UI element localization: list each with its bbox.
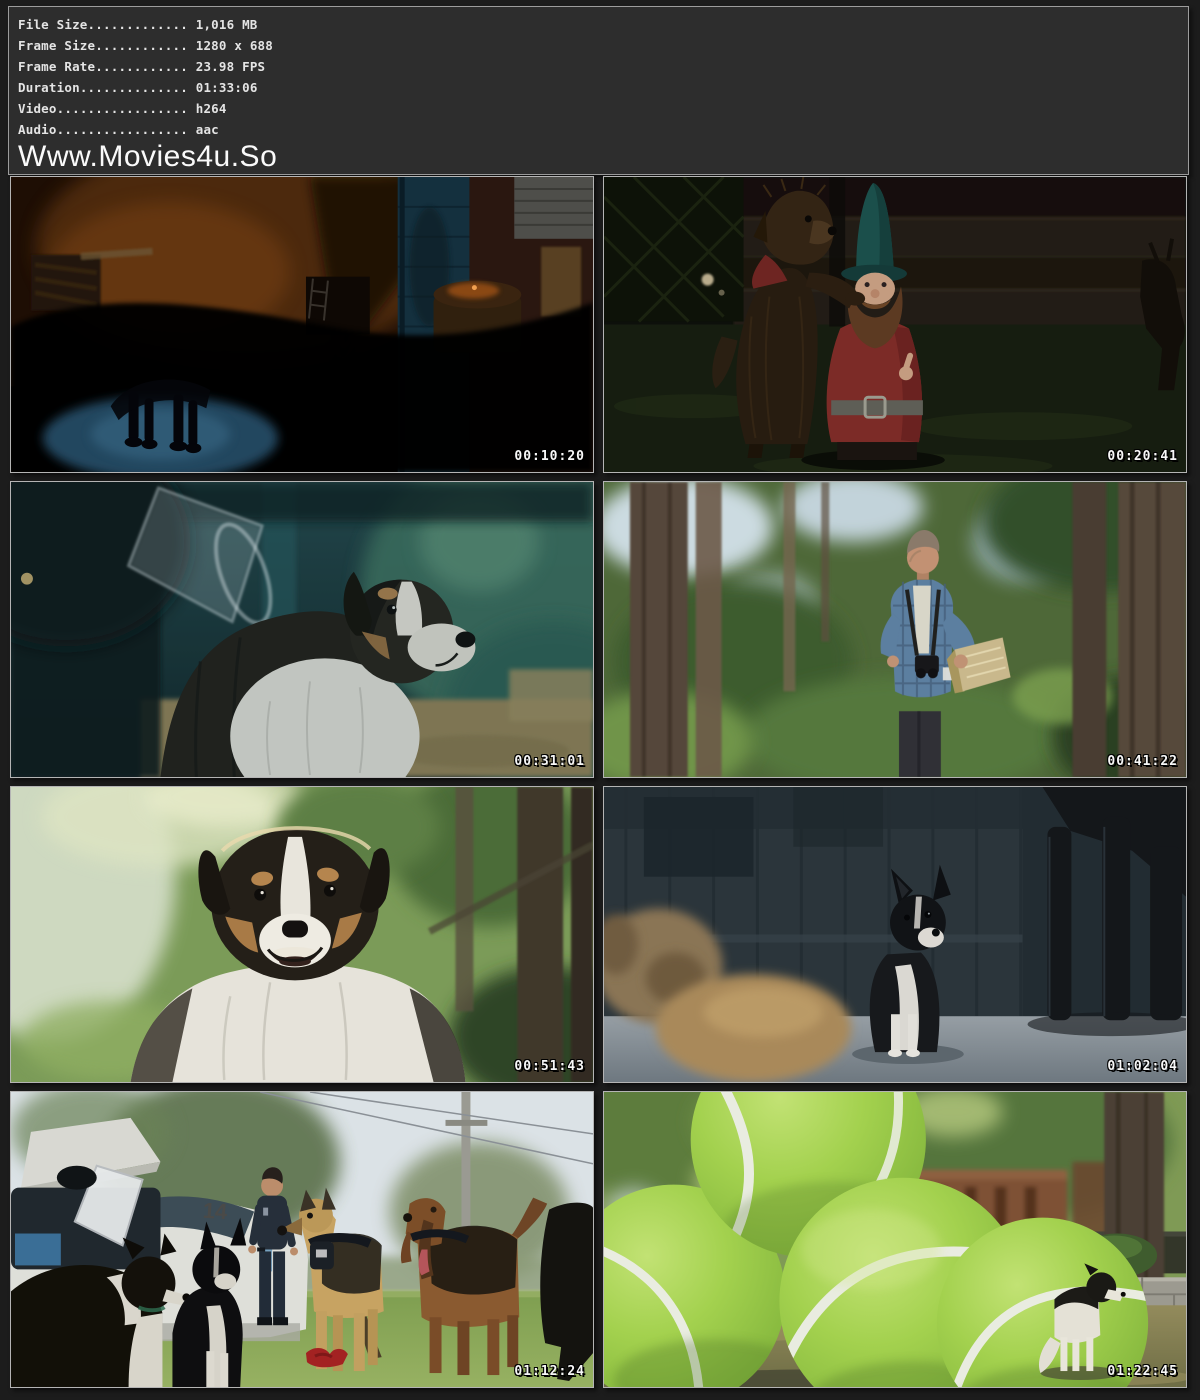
info-label: File Size	[18, 17, 88, 32]
media-info-row-duration: Duration..............01:33:06	[18, 77, 1178, 98]
timestamp-overlay: 01:12:24	[514, 1365, 585, 1379]
blue-tint	[11, 482, 593, 777]
info-label: Frame Rate	[18, 59, 95, 74]
screenshot-2: 00:20:41	[603, 176, 1187, 473]
media-info-row-filesize: File Size.............1,016 MB	[18, 14, 1178, 35]
media-info-row-framerate: Frame Rate............23.98 FPS	[18, 56, 1178, 77]
red-toy	[306, 1348, 348, 1367]
scene-boston-terrier-art	[604, 787, 1186, 1082]
scene-barn-cone-art	[11, 482, 593, 777]
screenshot-3: 00:31:01	[10, 481, 594, 778]
info-value: 01:33:06	[188, 80, 258, 95]
screenshot-grid: 00:10:20	[10, 176, 1187, 1388]
info-dots: .................	[57, 101, 188, 116]
site-watermark: Www.Movies4u.So	[18, 141, 1178, 172]
scene-garden-gnome-art	[604, 177, 1186, 472]
garden-trellis	[604, 177, 744, 322]
screenshot-4: 00:41:22	[603, 481, 1187, 778]
porch-post	[829, 177, 845, 326]
screenshot-8: 01:22:45	[603, 1091, 1187, 1388]
screenshot-5: 00:51:43	[10, 786, 594, 1083]
media-info-row-video: Video.................h264	[18, 98, 1178, 119]
screenshot-7: 14	[10, 1091, 594, 1388]
info-dots: ............	[95, 59, 188, 74]
info-label: Duration	[18, 80, 80, 95]
info-value: 1280 x 688	[188, 38, 273, 53]
screenshot-1: 00:10:20	[10, 176, 594, 473]
info-value: aac	[188, 122, 219, 137]
scene-tennis-balls-art	[604, 1092, 1186, 1387]
scene-dark-alley-art	[11, 177, 593, 472]
timestamp-overlay: 00:31:01	[514, 755, 585, 769]
timestamp-overlay: 00:41:22	[1107, 755, 1178, 769]
timestamp-overlay: 00:51:43	[514, 1060, 585, 1074]
info-dots: .................	[57, 122, 188, 137]
timestamp-overlay: 01:22:45	[1107, 1365, 1178, 1379]
info-label: Frame Size	[18, 38, 95, 53]
scene-forest-man-art	[604, 482, 1186, 777]
info-dots: ............	[95, 38, 188, 53]
info-value: h264	[188, 101, 227, 116]
scene-k9-van-art: 14	[11, 1092, 593, 1387]
timestamp-overlay: 01:02:04	[1107, 1060, 1178, 1074]
info-value: 23.98 FPS	[188, 59, 265, 74]
info-label: Video	[18, 101, 57, 116]
timestamp-overlay: 00:20:41	[1107, 450, 1178, 464]
screenshot-6: 01:02:04	[603, 786, 1187, 1083]
info-dots: .............	[88, 17, 188, 32]
media-info-panel: File Size.............1,016 MB Frame Siz…	[8, 6, 1189, 175]
media-info-row-framesize: Frame Size............1280 x 688	[18, 35, 1178, 56]
media-info-row-audio: Audio.................aac	[18, 119, 1178, 140]
info-label: Audio	[18, 122, 57, 137]
info-value: 1,016 MB	[188, 17, 258, 32]
info-dots: ..............	[80, 80, 188, 95]
scene-smiling-dog-art	[11, 787, 593, 1082]
timestamp-overlay: 00:10:20	[514, 450, 585, 464]
page: { "media_info": { "rows": [ {"label": "F…	[0, 0, 1200, 1400]
van-number: 14	[202, 1198, 229, 1225]
